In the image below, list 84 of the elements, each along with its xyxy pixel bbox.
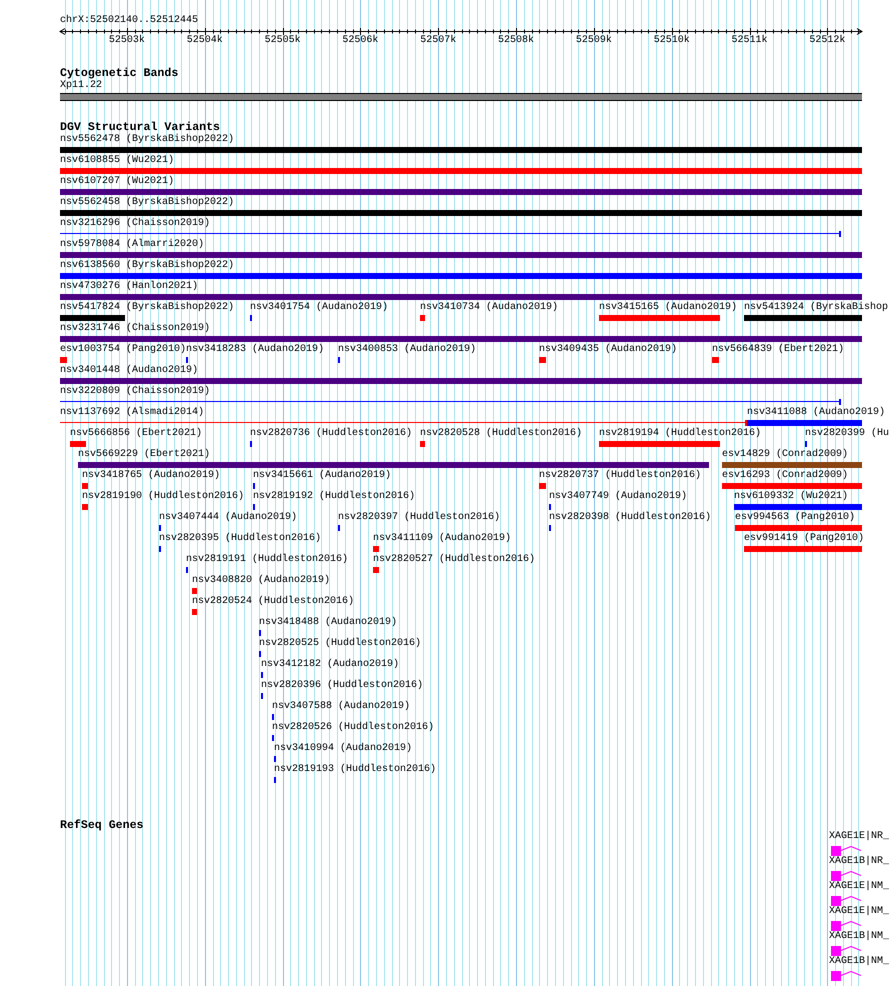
gene-model	[831, 946, 861, 956]
variant-label: nsv5562478 (ByrskaBishop2022)	[60, 135, 234, 145]
variant-label: nsv3415661 (Audano2019)	[253, 471, 392, 481]
variant-label: nsv2820397 (Huddleston2016)	[338, 513, 500, 523]
ruler-tick-label: 52509k	[576, 35, 612, 46]
gene-model	[831, 871, 861, 881]
gene-label: XAGE1E|NR_	[829, 832, 890, 842]
gene-label: XAGE1B|NM_	[829, 932, 890, 942]
variant-label: nsv3407749 (Audano2019)	[549, 492, 688, 502]
variant-label: nsv2820526 (Huddleston2016)	[272, 723, 434, 733]
variant-label: nsv3400853 (Audano2019)	[338, 345, 476, 355]
ruler-tick-label: 52508k	[498, 35, 534, 46]
gene-model	[831, 971, 861, 981]
variant-label: nsv2819193 (Huddleston2016)	[274, 765, 436, 775]
variant-label: nsv3415165 (Audano2019)	[599, 303, 738, 313]
gene-label: XAGE1E|NM_	[829, 907, 890, 917]
variant-label: nsv3407588 (Audano2019)	[272, 702, 410, 712]
gene-model	[831, 846, 861, 856]
variant-label: nsv3231746 (Chaisson2019)	[60, 324, 210, 334]
gene-label: XAGE1B|NR_	[829, 857, 890, 867]
variant-label: nsv2819192 (Huddleston2016)	[253, 492, 416, 502]
band-label: Xp11.22	[60, 81, 102, 91]
variant-label: nsv5664839 (Ebert2021)	[712, 345, 844, 355]
gene-label: XAGE1B|NM_	[829, 957, 890, 967]
variant-label: nsv1137692 (Alsmadi2014)	[60, 408, 204, 418]
ruler-tick-label: 52504k	[186, 35, 223, 46]
variant-label: nsv2819190 (Huddleston2016)	[82, 492, 244, 502]
variant-label: nsv4730276 (Hanlon2021)	[60, 282, 198, 292]
variant-label: nsv2820399 (Hu	[805, 429, 890, 439]
ruler-tick-label: 52510k	[654, 35, 690, 46]
variant-label: esv994563 (Pang2010)	[735, 513, 856, 523]
ruler-location-label: chrX:52502140..52512445	[60, 15, 198, 26]
variant-label: nsv5978084 (Almarri2020)	[60, 240, 204, 250]
variant-label: nsv2820525 (Huddleston2016)	[259, 639, 422, 649]
ruler-tick-label: 52505k	[264, 35, 301, 46]
variant-label: nsv2820396 (Huddleston2016)	[261, 681, 424, 691]
variant-label: nsv3216296 (Chaisson2019)	[60, 219, 210, 229]
variant-label: esv14829 (Conrad2009)	[722, 450, 848, 460]
variant-label: nsv5666856 (Ebert2021)	[70, 429, 202, 439]
ruler-tick-label: 52512k	[809, 35, 846, 46]
track-title: RefSeq Genes	[60, 820, 144, 831]
variant-label: nsv2820524 (Huddleston2016)	[192, 597, 354, 607]
ruler-tick-label: 52507k	[420, 35, 456, 46]
gene-model	[831, 896, 861, 906]
variant-label: nsv3418283 (Audano2019)	[186, 345, 324, 355]
variant-label: nsv3411109 (Audano2019)	[373, 534, 512, 544]
variant-label: nsv3408820 (Audano2019)	[192, 576, 330, 586]
ruler-tick-label: 52506k	[342, 35, 378, 46]
variant-label: nsv2820527 (Huddleston2016)	[373, 555, 536, 565]
variant-label: nsv3401754 (Audano2019)	[250, 303, 388, 313]
variant-label: nsv6107207 (Wu2021)	[60, 177, 174, 187]
variant-label: nsv2819191 (Huddleston2016)	[186, 555, 348, 565]
variant-label: nsv3407444 (Audano2019)	[159, 513, 298, 523]
variant-label: esv991419 (Pang2010)	[744, 534, 864, 544]
variant-label: nsv2820395 (Huddleston2016)	[159, 534, 322, 544]
variant-label: nsv2819194 (Huddleston2016)	[599, 429, 762, 439]
track-title: Cytogenetic Bands	[60, 68, 178, 80]
variant-label: nsv2820398 (Huddleston2016)	[549, 513, 712, 523]
variant-label: nsv3418488 (Audano2019)	[259, 618, 398, 628]
variant-label: esv1003754 (Pang2010)	[60, 345, 186, 355]
variant-label: nsv2820736 (Huddleston2016)	[250, 429, 412, 439]
variant-label: nsv2820528 (Huddleston2016)	[420, 429, 582, 439]
variant-label: esv16293 (Conrad2009)	[722, 471, 848, 481]
gene-model	[831, 921, 861, 931]
variant-label: nsv2820737 (Huddleston2016)	[539, 471, 702, 481]
variant-label: nsv6138560 (ByrskaBishop2022)	[60, 261, 234, 271]
variant-label: nsv3410734 (Audano2019)	[420, 303, 558, 313]
variant-label: nsv5417824 (ByrskaBishop2022)	[60, 303, 234, 313]
variant-label: nsv3220809 (Chaisson2019)	[60, 387, 210, 397]
track-title: DGV Structural Variants	[60, 122, 220, 134]
variant-label: nsv3418765 (Audano2019)	[82, 471, 220, 481]
gene-label: XAGE1E|NM_	[829, 882, 890, 892]
variant-label: nsv3412182 (Audano2019)	[261, 660, 400, 670]
ruler-tick-label: 52511k	[732, 35, 768, 46]
variant-label: nsv6108855 (Wu2021)	[60, 156, 174, 166]
variant-label: nsv5562458 (ByrskaBishop2022)	[60, 198, 234, 208]
variant-label: nsv3409435 (Audano2019)	[539, 345, 678, 355]
variant-label: nsv3411088 (Audano2019)	[747, 408, 886, 418]
variant-label: nsv3410994 (Audano2019)	[274, 744, 412, 754]
ruler-tick-label: 52503k	[108, 35, 145, 46]
variant-label: nsv5669229 (Ebert2021)	[78, 450, 210, 460]
variant-label: nsv5413924 (ByrskaBishop	[744, 303, 888, 313]
variant-label: nsv6109332 (Wu2021)	[734, 492, 848, 502]
variant-label: nsv3401448 (Audano2019)	[60, 366, 198, 376]
